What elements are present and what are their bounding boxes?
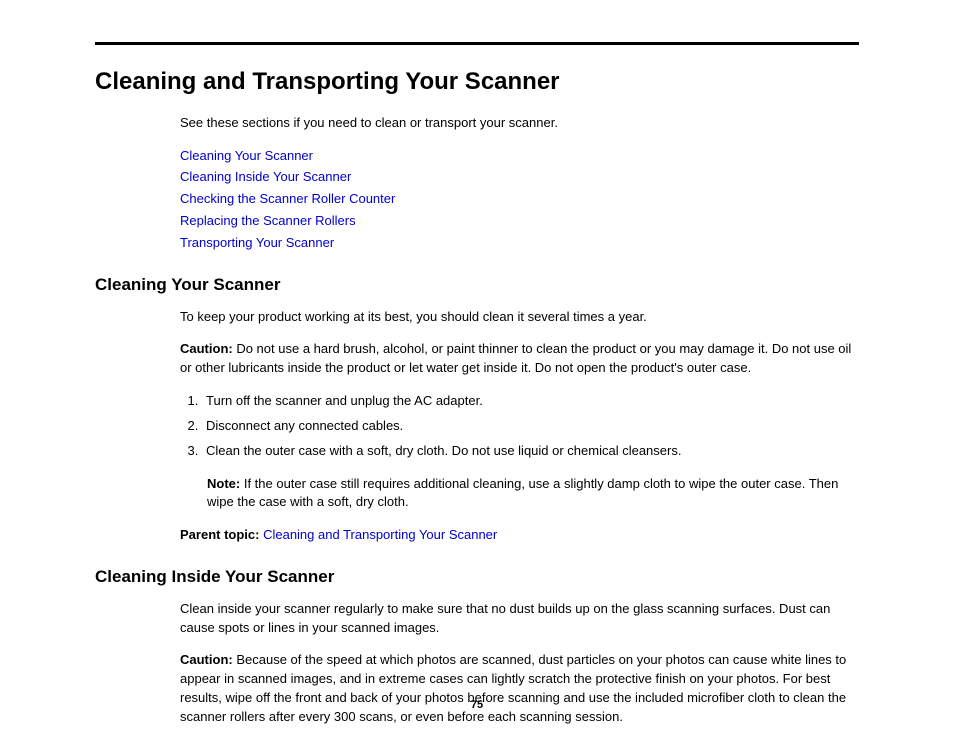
section1-caution: Caution: Do not use a hard brush, alcoho… <box>180 340 859 378</box>
step-1: Turn off the scanner and unplug the AC a… <box>202 392 859 411</box>
section1-note: Note: If the outer case still requires a… <box>207 475 859 513</box>
horizontal-rule <box>95 42 859 45</box>
step-3: Clean the outer case with a soft, dry cl… <box>202 442 859 461</box>
caution-label: Caution: <box>180 341 233 356</box>
link-checking-roller-counter[interactable]: Checking the Scanner Roller Counter <box>180 190 859 209</box>
section1-heading: Cleaning Your Scanner <box>95 273 859 298</box>
section1-intro: To keep your product working at its best… <box>180 308 859 327</box>
parent-topic-label: Parent topic: <box>180 527 259 542</box>
step-2: Disconnect any connected cables. <box>202 417 859 436</box>
parent-topic: Parent topic: Cleaning and Transporting … <box>180 526 859 545</box>
section2-heading: Cleaning Inside Your Scanner <box>95 565 859 590</box>
caution-label-2: Caution: <box>180 652 233 667</box>
note-label: Note: <box>207 476 240 491</box>
link-replacing-scanner-rollers[interactable]: Replacing the Scanner Rollers <box>180 212 859 231</box>
link-transporting-your-scanner[interactable]: Transporting Your Scanner <box>180 234 859 253</box>
caution-text: Do not use a hard brush, alcohol, or pai… <box>180 341 851 375</box>
section2-intro: Clean inside your scanner regularly to m… <box>180 600 859 638</box>
page-number: 75 <box>0 698 954 714</box>
page-title: Cleaning and Transporting Your Scanner <box>95 65 859 100</box>
link-cleaning-inside-your-scanner[interactable]: Cleaning Inside Your Scanner <box>180 168 859 187</box>
section1-steps: Turn off the scanner and unplug the AC a… <box>180 392 859 461</box>
link-cleaning-your-scanner[interactable]: Cleaning Your Scanner <box>180 147 859 166</box>
section2-caution: Caution: Because of the speed at which p… <box>180 651 859 726</box>
parent-topic-link[interactable]: Cleaning and Transporting Your Scanner <box>259 527 497 542</box>
note-text: If the outer case still requires additio… <box>207 476 838 510</box>
toc-links: Cleaning Your Scanner Cleaning Inside Yo… <box>180 147 859 253</box>
intro-text: See these sections if you need to clean … <box>180 114 859 133</box>
